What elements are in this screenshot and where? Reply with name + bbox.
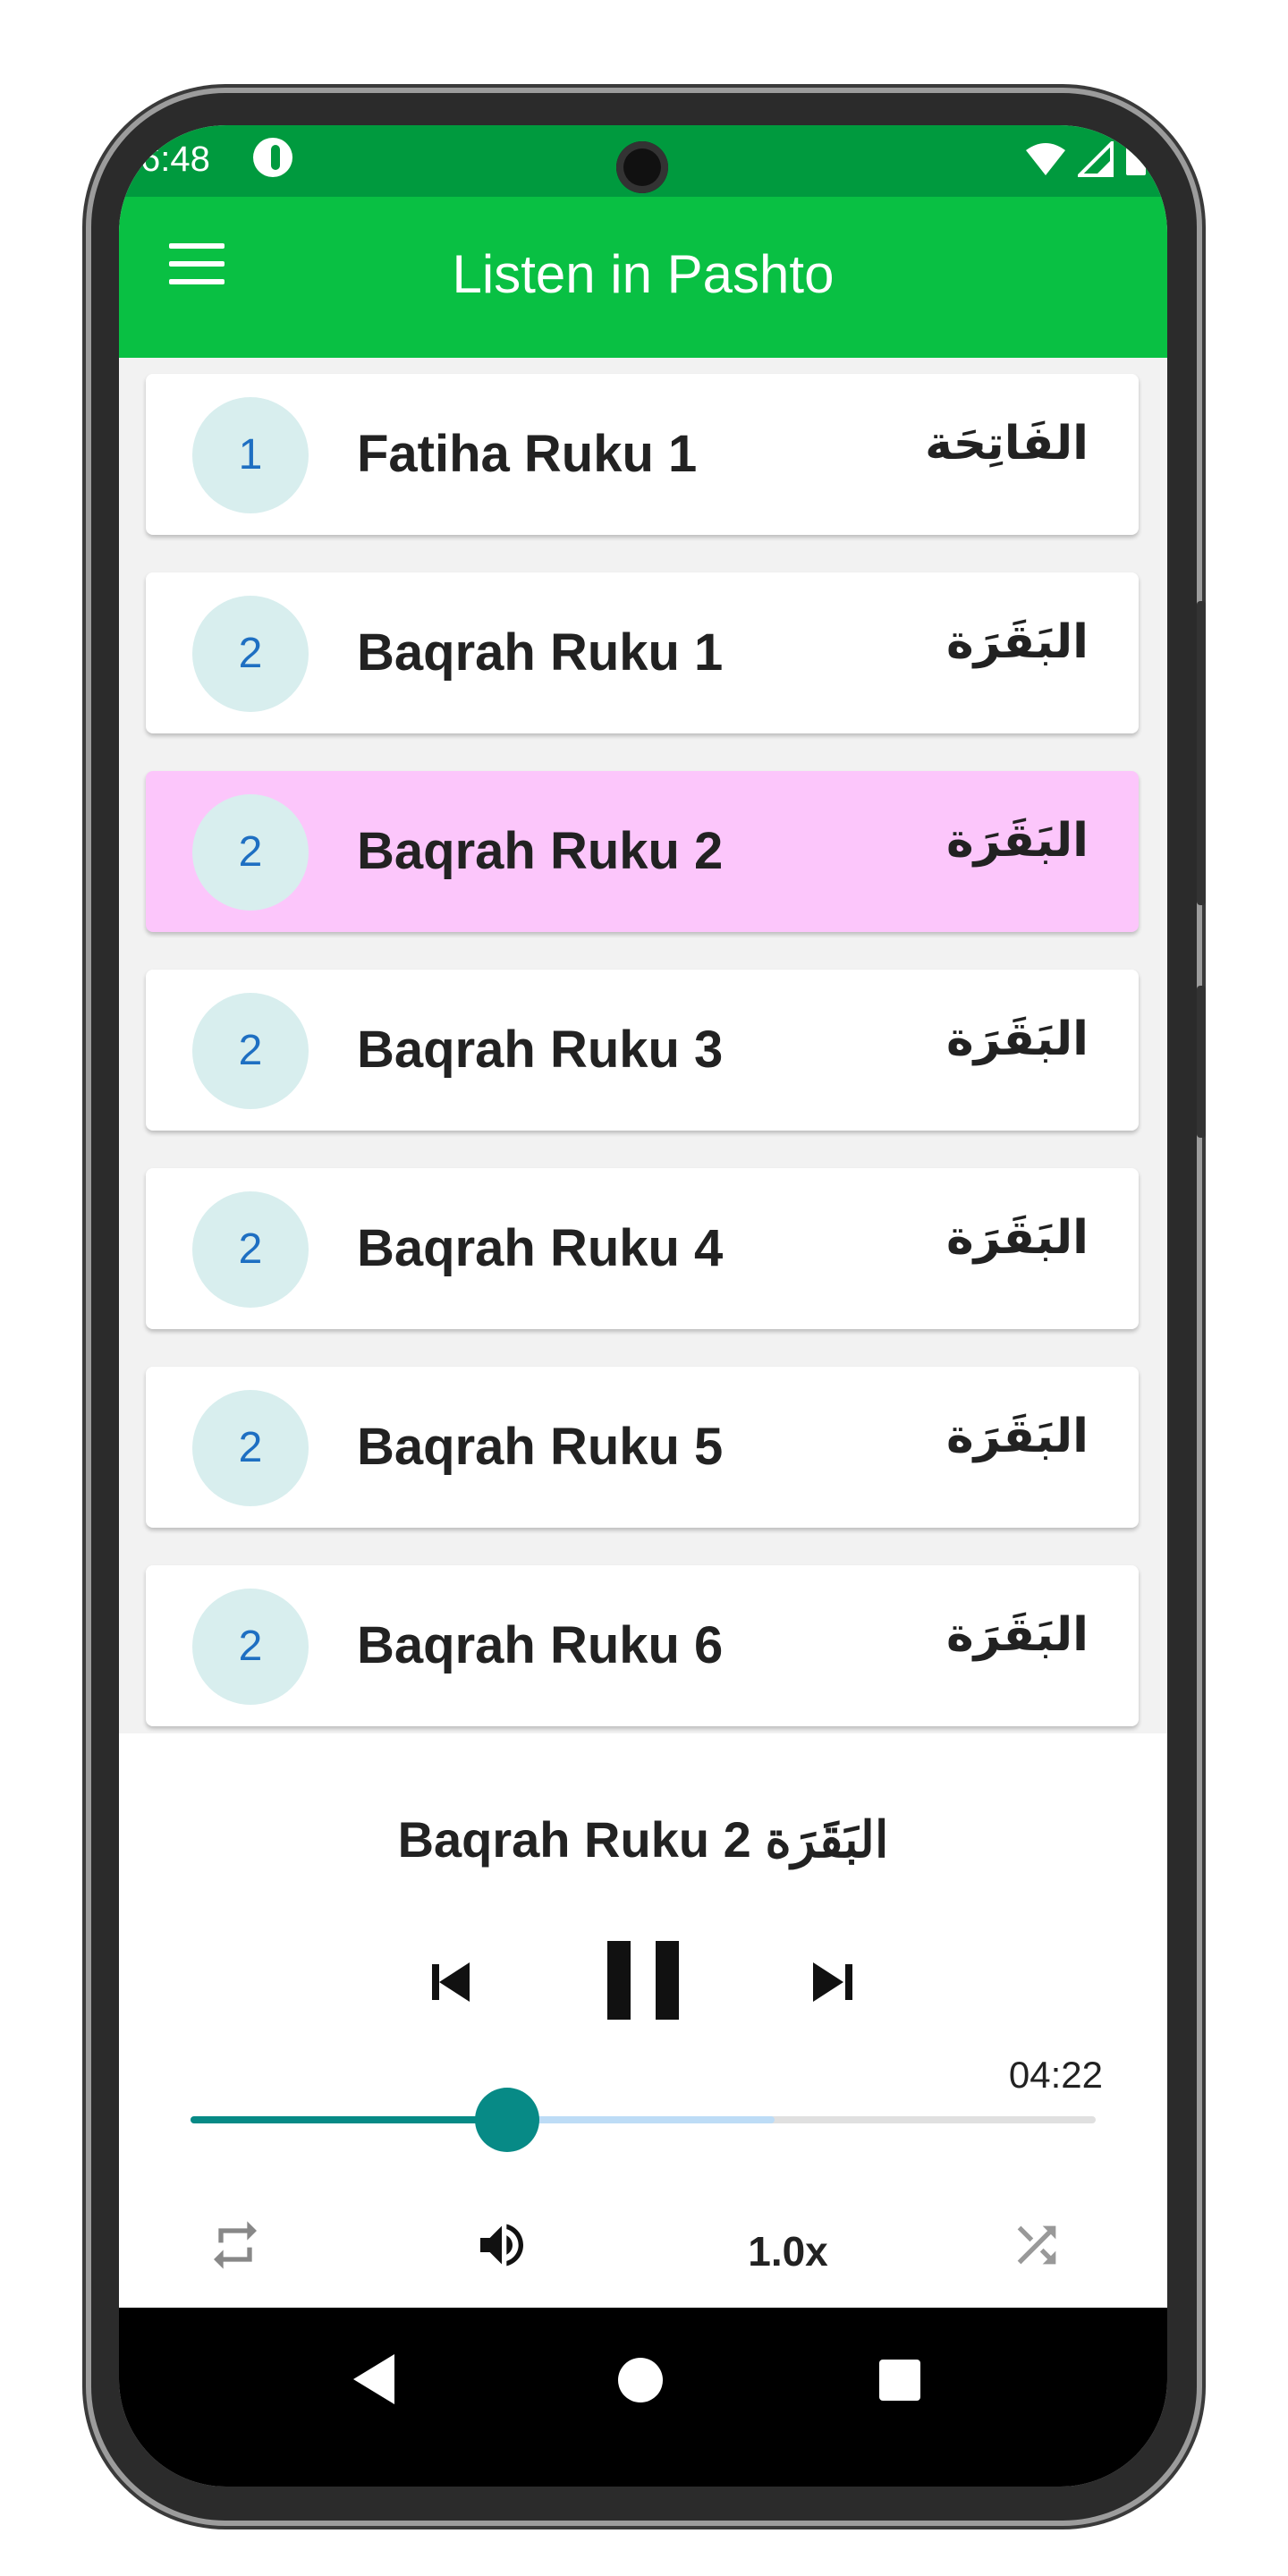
list-item-title: Baqrah Ruku 6 — [357, 1616, 724, 1674]
list-item-title: Baqrah Ruku 5 — [357, 1418, 724, 1476]
cell-signal-icon — [1078, 141, 1114, 177]
app-bar: Listen in Pashto — [119, 197, 1167, 358]
skip-previous-icon[interactable] — [432, 1961, 475, 2004]
app-notification-icon — [253, 138, 292, 177]
surah-number-badge: 2 — [192, 794, 309, 911]
list-item[interactable]: 2 Baqrah Ruku 6 البَقَرَة — [146, 1565, 1139, 1726]
wifi-icon — [1026, 143, 1065, 175]
surah-number-badge: 2 — [192, 1191, 309, 1308]
list-item-title: Baqrah Ruku 2 — [357, 822, 724, 880]
recents-icon[interactable] — [879, 2360, 920, 2401]
list-item-arabic: البَقَرَة — [945, 615, 1089, 669]
list-item-title: Fatiha Ruku 1 — [357, 425, 698, 483]
list-item-arabic: البَقَرَة — [945, 1608, 1089, 1662]
surah-number-badge: 2 — [192, 1589, 309, 1705]
back-icon[interactable] — [353, 2354, 394, 2404]
battery-icon — [1126, 145, 1146, 175]
surah-number-badge: 1 — [192, 397, 309, 513]
seek-thumb[interactable] — [475, 2088, 540, 2152]
duration-label: 04:22 — [1008, 2054, 1103, 2096]
volume-up-key — [1197, 601, 1206, 905]
system-nav-bar — [119, 2308, 1167, 2487]
home-icon[interactable] — [618, 2358, 663, 2402]
pause-icon[interactable] — [607, 1941, 679, 2020]
surah-number-badge: 2 — [192, 993, 309, 1109]
seek-progress — [191, 2116, 508, 2123]
device-screen: 6:48 Listen in Pashto 1 Fatiha Ruku 1 الفَ… — [119, 125, 1167, 2487]
list-item-arabic: البَقَرَة — [945, 1013, 1089, 1066]
surah-number-badge: 2 — [192, 1390, 309, 1506]
shuffle-icon[interactable] — [1008, 2216, 1065, 2274]
list-item[interactable]: 2 Baqrah Ruku 5 البَقَرَة — [146, 1367, 1139, 1528]
list-item-title: Baqrah Ruku 4 — [357, 1219, 724, 1277]
list-item[interactable]: 2 Baqrah Ruku 2 البَقَرَة — [146, 771, 1139, 932]
list-item-title: Baqrah Ruku 1 — [357, 623, 724, 682]
volume-down-key — [1197, 986, 1206, 1138]
ruku-list: 1 Fatiha Ruku 1 الفَاتِحَة 2 Baqrah Ruku 1 ال… — [146, 374, 1139, 1764]
repeat-icon[interactable] — [207, 2216, 264, 2274]
list-item[interactable]: 2 Baqrah Ruku 4 البَقَرَة — [146, 1168, 1139, 1329]
list-item-title: Baqrah Ruku 3 — [357, 1021, 724, 1079]
skip-next-icon[interactable] — [809, 1961, 852, 2004]
app-title: Listen in Pashto — [452, 244, 835, 304]
list-item[interactable]: 2 Baqrah Ruku 3 البَقَرَة — [146, 970, 1139, 1131]
list-item-arabic: البَقَرَة — [945, 1410, 1089, 1463]
seek-bar[interactable] — [191, 2088, 1096, 2152]
front-camera — [616, 141, 668, 193]
audio-player: Baqrah Ruku 2 البَقَرَة 04:22 1.0x — [119, 1733, 1167, 2308]
list-item[interactable]: 1 Fatiha Ruku 1 الفَاتِحَة — [146, 374, 1139, 535]
status-time: 6:48 — [140, 140, 210, 179]
list-item-arabic: البَقَرَة — [945, 1211, 1089, 1265]
playback-speed[interactable]: 1.0x — [716, 2227, 860, 2275]
surah-number-badge: 2 — [192, 596, 309, 712]
now-playing-title: Baqrah Ruku 2 البَقَرَة — [397, 1811, 889, 1868]
list-item[interactable]: 2 Baqrah Ruku 1 البَقَرَة — [146, 572, 1139, 733]
list-item-arabic: الفَاتِحَة — [925, 417, 1089, 470]
list-item-arabic: البَقَرَة — [945, 814, 1089, 868]
status-icons — [1024, 141, 1148, 177]
status-bar: 6:48 — [119, 125, 1167, 197]
volume-up-icon[interactable] — [473, 2216, 530, 2274]
